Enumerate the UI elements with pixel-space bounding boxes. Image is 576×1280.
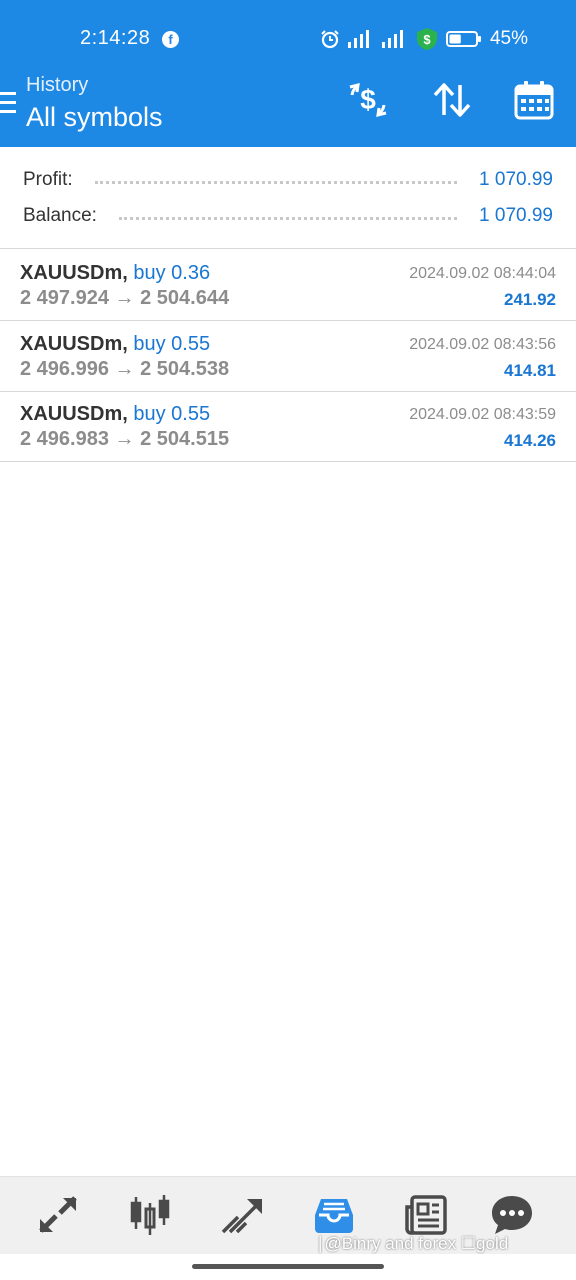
deal-type: buy 0.55 — [133, 333, 211, 355]
deal-prices: 2 497.924 → 2 504.644 — [20, 287, 230, 309]
trade-icon[interactable] — [220, 1193, 264, 1237]
bottom-navigation: ∣@Binry and forex ☐gold — [0, 1176, 576, 1254]
alarm-icon — [321, 30, 339, 49]
deal-time: 2024.09.02 08:43:59 — [409, 406, 556, 423]
svg-text:$: $ — [423, 32, 431, 47]
dotted-leader — [94, 180, 458, 184]
chat-icon[interactable] — [490, 1193, 534, 1237]
watermark: ∣@Binry and forex ☐gold — [316, 1234, 509, 1253]
battery-icon — [445, 31, 481, 47]
gesture-bar[interactable] — [192, 1264, 384, 1269]
dollar-shield-icon: $ — [416, 28, 437, 50]
deal-prices: 2 496.996 → 2 504.538 — [20, 358, 230, 380]
calendar-icon[interactable] — [514, 80, 554, 120]
deal-row[interactable]: XAUUSDm, buy 0.55 2 496.996 → 2 504.538 … — [0, 322, 576, 392]
deal-time: 2024.09.02 08:44:04 — [409, 265, 556, 282]
header-subtitle: History — [26, 74, 89, 96]
deal-symbol: XAUUSDm, — [20, 403, 128, 425]
signal-icon-2 — [381, 30, 403, 48]
facebook-icon: f — [162, 31, 179, 48]
status-bar: 2:14:28 f $ 45% — [0, 0, 576, 72]
quotes-icon[interactable] — [36, 1193, 80, 1237]
top-bar: 2:14:28 f $ 45% History All symbols $ — [0, 0, 576, 147]
deal-prices: 2 496.983 → 2 504.515 — [20, 428, 230, 450]
header-title[interactable]: All symbols — [26, 102, 163, 133]
app-header: History All symbols $ — [0, 72, 576, 147]
profit-row: Profit: 1 070.99 — [23, 167, 553, 193]
balance-label: Balance: — [23, 205, 97, 226]
deal-profit: 241.92 — [504, 290, 556, 309]
deal-symbol: XAUUSDm, — [20, 262, 128, 284]
deal-row[interactable]: XAUUSDm, buy 0.36 2 497.924 → 2 504.644 … — [0, 251, 576, 321]
dotted-leader — [118, 216, 458, 220]
dollar-refresh-icon[interactable]: $ — [348, 80, 388, 120]
sort-icon[interactable] — [432, 80, 472, 120]
battery-percent: 45% — [489, 28, 528, 49]
history-icon[interactable] — [312, 1193, 356, 1237]
signal-icon — [347, 30, 369, 48]
svg-text:$: $ — [360, 84, 376, 115]
menu-icon[interactable] — [0, 92, 16, 116]
profit-value: 1 070.99 — [479, 169, 553, 190]
news-icon[interactable] — [404, 1193, 448, 1237]
deal-type: buy 0.36 — [133, 262, 211, 284]
deal-row[interactable]: XAUUSDm, buy 0.55 2 496.983 → 2 504.515 … — [0, 392, 576, 462]
summary-panel: Profit: 1 070.99 Balance: 1 070.99 — [0, 147, 576, 249]
balance-row: Balance: 1 070.99 — [23, 203, 553, 229]
chart-icon[interactable] — [128, 1193, 172, 1237]
status-icons: $ 45% — [320, 27, 528, 51]
profit-label: Profit: — [23, 169, 73, 190]
deal-type: buy 0.55 — [133, 403, 211, 425]
deal-symbol: XAUUSDm, — [20, 333, 128, 355]
deal-profit: 414.26 — [504, 431, 556, 450]
deal-time: 2024.09.02 08:43:56 — [409, 336, 556, 353]
deal-profit: 414.81 — [504, 361, 556, 380]
balance-value: 1 070.99 — [479, 205, 553, 226]
status-time: 2:14:28 — [80, 27, 151, 49]
